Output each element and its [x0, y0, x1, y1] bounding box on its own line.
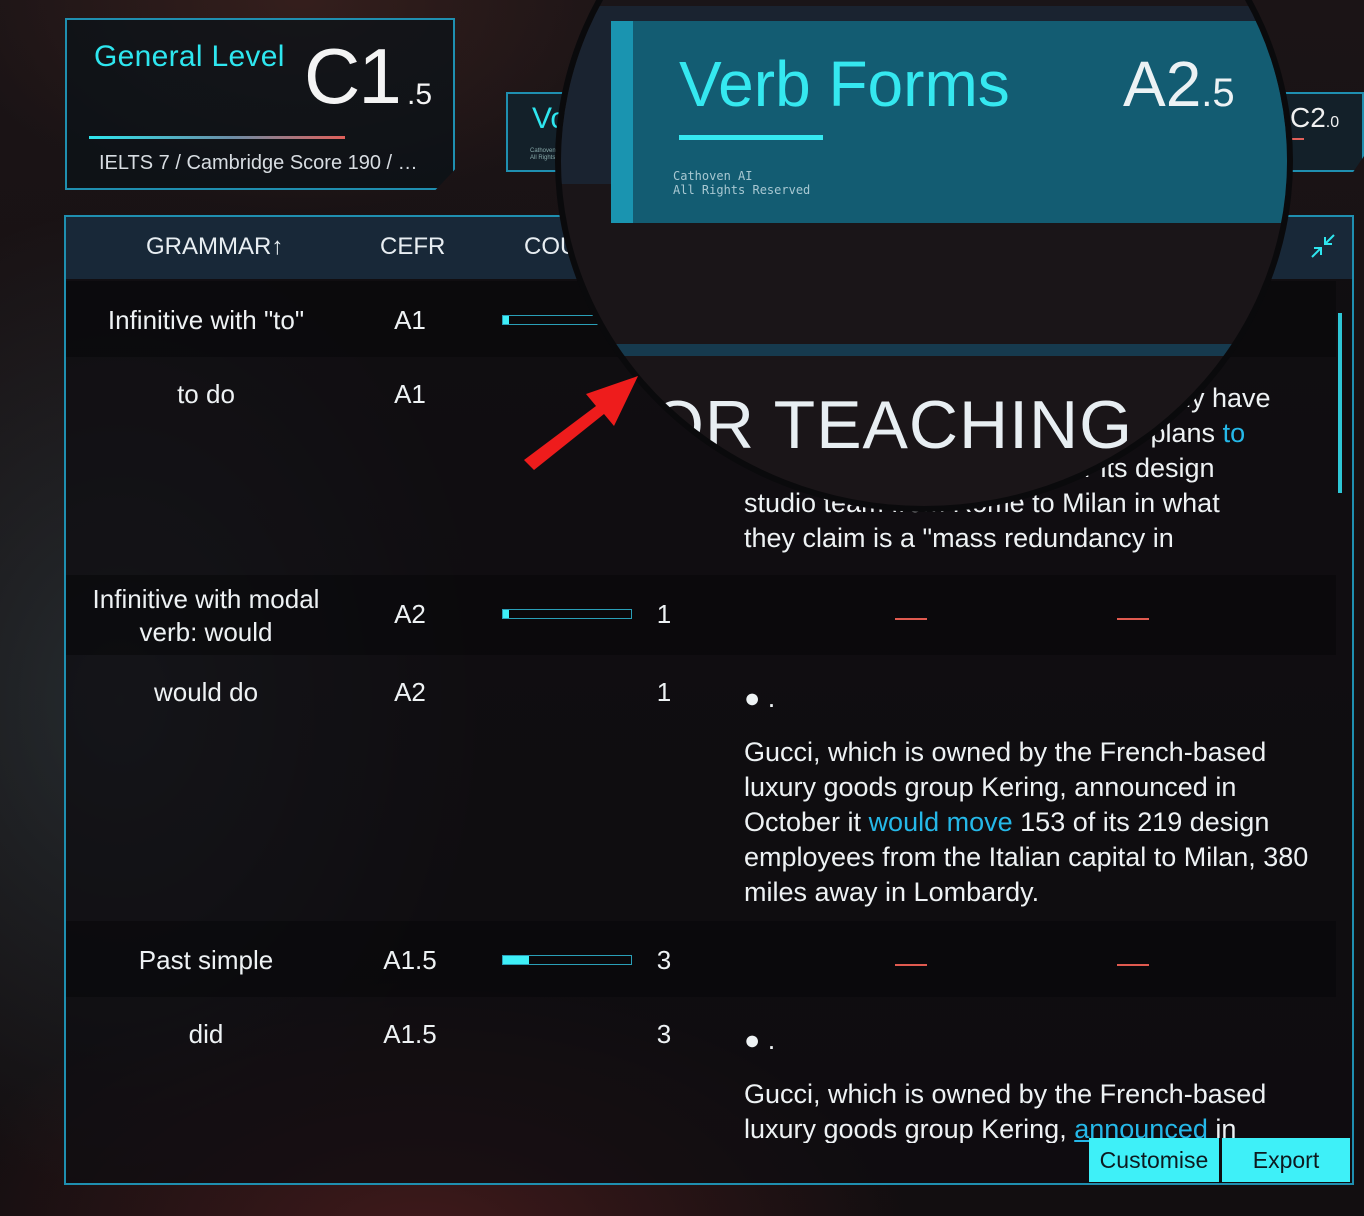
example-sentence: Gucci, which is owned by the French-base… [744, 1079, 1267, 1143]
empty-dash [1117, 964, 1149, 966]
verb-forms-title: Verb Forms [679, 48, 1010, 120]
table-row[interactable]: would do A2 1 ● . Gucci, which is owned … [66, 655, 1336, 921]
example-line: they claim is a "mass redundancy in [744, 523, 1174, 553]
pointer-arrow-icon [524, 376, 638, 470]
verb-forms-underline [679, 135, 823, 140]
count-cell: 3 [656, 945, 672, 975]
grammar-cell: Past simple [138, 945, 274, 975]
magnified-teaching-text: OR TEACHING [651, 387, 1134, 463]
grammar-cell: Infinitive with modal verb: would [92, 584, 320, 647]
cefr-cell: A1.5 [383, 1019, 437, 1049]
table-row[interactable]: Infinitive with modal verb: would A2 1 [66, 575, 1336, 655]
customise-button[interactable]: Customise [1089, 1138, 1219, 1182]
cefr-cell: A1 [394, 379, 426, 409]
empty-dash [895, 618, 927, 620]
general-level-value: C1 [304, 32, 402, 120]
level-gradient-line [89, 136, 345, 139]
cefr-cell: A2 [394, 599, 426, 629]
cefr-cell: A1.5 [383, 945, 437, 975]
table-row[interactable]: Past simple A1.5 3 [66, 921, 1336, 997]
other-level-value: C2.0 [1290, 102, 1340, 133]
grammar-cell: did [188, 1019, 224, 1049]
count-cell: 1 [656, 677, 672, 707]
header-cefr[interactable]: CEFR [380, 233, 445, 261]
count-bar-fill [503, 956, 529, 964]
example-text: ● . Gucci, which is owned by the French-… [744, 681, 1314, 910]
export-button[interactable]: Export [1222, 1138, 1350, 1182]
empty-dash [895, 964, 927, 966]
general-level-title: General Level [94, 40, 285, 73]
verb-forms-card[interactable]: Verb Forms A2.5 Cathoven AI All Rights Re… [611, 21, 1287, 223]
verb-forms-copyright: Cathoven AI All Rights Reserved [673, 169, 811, 197]
scrollbar[interactable] [1338, 313, 1342, 493]
verb-forms-level: A2.5 [1123, 48, 1235, 120]
count-bar-fill [503, 316, 510, 324]
magnified-band [561, 344, 1287, 356]
count-bar [502, 955, 632, 965]
empty-dash [1117, 618, 1149, 620]
count-bar [502, 609, 632, 619]
table-row[interactable]: did A1.5 3 ● . Gucci, which is owned by … [66, 997, 1336, 1147]
grammar-cell: to do [177, 379, 235, 409]
grammar-cell: Infinitive with "to" [107, 305, 305, 335]
count-cell: 1 [656, 599, 672, 629]
header-grammar[interactable]: GRAMMAR↑ [146, 233, 283, 261]
cefr-cell: A2 [394, 677, 426, 707]
general-level-card: General Level C1 .5 IELTS 7 / Cambridge … [65, 18, 455, 190]
score-equivalents: IELTS 7 / Cambridge Score 190 / … [99, 152, 418, 174]
example-bullet: ● . [744, 1025, 776, 1055]
count-cell: 3 [656, 1019, 672, 1049]
grammar-cell: would do [153, 677, 259, 707]
example-bullet: ● . [744, 683, 776, 713]
count-bar-fill [503, 610, 510, 618]
collapse-icon[interactable] [1310, 233, 1336, 259]
example-text: ● . Gucci, which is owned by the French-… [744, 1023, 1314, 1143]
example-sentence: Gucci, which is owned by the French-base… [744, 737, 1309, 907]
general-level-sub: .5 [407, 78, 433, 111]
cefr-cell: A1 [394, 305, 426, 335]
